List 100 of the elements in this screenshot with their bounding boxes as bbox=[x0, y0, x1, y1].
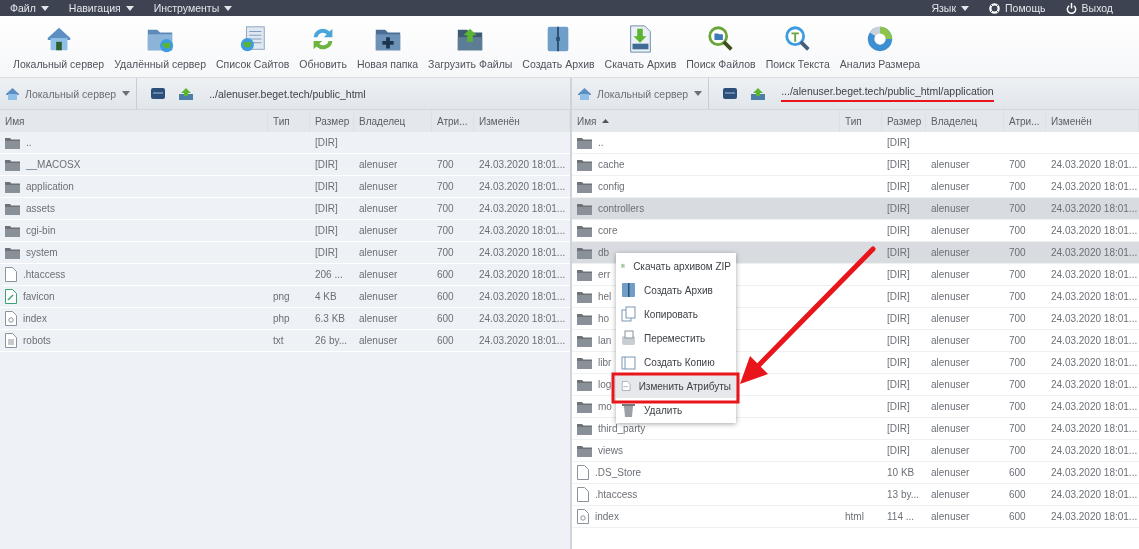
toolbar-button[interactable]: Загрузить Файлы bbox=[423, 24, 518, 70]
menu-item[interactable]: Изменить Атрибуты bbox=[616, 374, 736, 398]
folder-icon bbox=[5, 246, 20, 259]
column-header[interactable]: Изменён bbox=[1046, 110, 1139, 132]
menu-item[interactable]: Копировать bbox=[616, 302, 736, 326]
upload-button[interactable] bbox=[751, 87, 766, 100]
toolbar-button[interactable]: Локальный сервер bbox=[8, 24, 110, 70]
toolbar-button[interactable]: Поиск Текста bbox=[760, 24, 835, 70]
server-dropdown[interactable]: Локальный сервер bbox=[0, 78, 138, 109]
folder-icon bbox=[577, 378, 592, 391]
table-cell: 600 bbox=[1004, 484, 1046, 506]
table-cell: alenuser bbox=[354, 242, 432, 264]
file-row[interactable]: system bbox=[0, 242, 268, 264]
file-row[interactable]: index bbox=[0, 308, 268, 330]
file-row[interactable]: .DS_Store bbox=[572, 462, 840, 484]
file-row[interactable]: cache bbox=[572, 154, 840, 176]
table-cell: 4 KB bbox=[310, 286, 354, 308]
menu-item[interactable]: Выход bbox=[1063, 2, 1115, 14]
folder-icon bbox=[5, 224, 20, 237]
column-header[interactable]: Владелец bbox=[926, 110, 1004, 132]
table-cell: 6.3 KB bbox=[310, 308, 354, 330]
drive-icon bbox=[723, 88, 738, 99]
upload-button[interactable] bbox=[179, 87, 194, 100]
table-cell: 24.03.2020 18:01... bbox=[1046, 264, 1139, 286]
table-cell: 600 bbox=[1004, 462, 1046, 484]
drive-button[interactable] bbox=[151, 88, 166, 99]
column-header[interactable]: Имя bbox=[0, 110, 268, 132]
menu-item[interactable]: Скачать архивом ZIP bbox=[616, 254, 736, 278]
column-header[interactable]: Имя bbox=[572, 110, 840, 132]
toolbar-button[interactable]: Список Сайтов bbox=[211, 24, 295, 70]
menu-item[interactable]: Переместить bbox=[616, 326, 736, 350]
table-cell: 24.03.2020 18:01... bbox=[1046, 242, 1139, 264]
code-file-icon bbox=[577, 509, 589, 524]
file-icon bbox=[577, 487, 589, 502]
column-header[interactable]: Размер bbox=[310, 110, 354, 132]
file-row[interactable]: assets bbox=[0, 198, 268, 220]
column-header[interactable]: Атри... bbox=[1004, 110, 1046, 132]
toolbar-button[interactable]: Анализ Размера bbox=[834, 24, 926, 70]
folder-icon bbox=[577, 422, 592, 435]
column-header[interactable]: Тип bbox=[840, 110, 882, 132]
menu-item[interactable]: Навигация bbox=[66, 2, 136, 14]
table-cell: 24.03.2020 18:01... bbox=[1046, 286, 1139, 308]
server-dropdown[interactable]: Локальный сервер bbox=[572, 78, 710, 109]
caret-icon bbox=[694, 91, 703, 96]
file-row[interactable]: favicon bbox=[0, 286, 268, 308]
menu-item[interactable]: Язык bbox=[929, 2, 971, 14]
toolbar-button[interactable]: Новая папка bbox=[351, 24, 424, 70]
table-cell: 24.03.2020 18:01... bbox=[474, 176, 570, 198]
table-cell: alenuser bbox=[354, 308, 432, 330]
table-cell: 24.03.2020 18:01... bbox=[474, 286, 570, 308]
table-cell: [DIR] bbox=[882, 132, 926, 154]
column-header[interactable]: Тип bbox=[268, 110, 310, 132]
file-row[interactable]: views bbox=[572, 440, 840, 462]
file-icon bbox=[577, 465, 589, 480]
menu-item[interactable]: Удалить bbox=[616, 398, 736, 422]
toolbar-button[interactable]: Создать Архив bbox=[517, 24, 600, 70]
column-header[interactable]: Изменён bbox=[474, 110, 570, 132]
table-cell: alenuser bbox=[926, 462, 1004, 484]
copy-icon bbox=[621, 306, 636, 322]
caret-icon bbox=[961, 5, 969, 11]
table-cell: 700 bbox=[432, 220, 474, 242]
file-row[interactable]: cgi-bin bbox=[0, 220, 268, 242]
caret-icon bbox=[122, 91, 131, 96]
table-cell: 24.03.2020 18:01... bbox=[1046, 396, 1139, 418]
file-row[interactable]: .htaccess bbox=[0, 264, 268, 286]
file-row[interactable]: index bbox=[572, 506, 840, 528]
file-row[interactable]: .. bbox=[0, 132, 268, 154]
toolbar-button[interactable]: Обновить bbox=[294, 24, 352, 70]
table-cell: [DIR] bbox=[882, 396, 926, 418]
toolbar-button[interactable]: Поиск Файлов bbox=[681, 24, 761, 70]
duplicate-icon bbox=[621, 354, 636, 370]
column-header[interactable]: Атри... bbox=[432, 110, 474, 132]
file-row[interactable]: robots bbox=[0, 330, 268, 352]
table-cell: [DIR] bbox=[882, 330, 926, 352]
drive-button[interactable] bbox=[723, 88, 738, 99]
toolbar-button[interactable]: Удалённый сервер bbox=[109, 24, 211, 70]
menu-item[interactable]: Создать Копию bbox=[616, 350, 736, 374]
table-cell: 24.03.2020 18:01... bbox=[1046, 484, 1139, 506]
table-cell: 10 KB bbox=[882, 462, 926, 484]
menu-item[interactable]: Помощь bbox=[987, 2, 1048, 14]
table-cell: 24.03.2020 18:01... bbox=[474, 330, 570, 352]
file-row[interactable]: controllers bbox=[572, 198, 840, 220]
menu-item[interactable]: Файл bbox=[8, 2, 51, 14]
column-header[interactable]: Владелец bbox=[354, 110, 432, 132]
menu-item[interactable]: Создать Архив bbox=[616, 278, 736, 302]
code-file-icon bbox=[5, 311, 17, 326]
table-cell: 700 bbox=[1004, 198, 1046, 220]
file-row[interactable]: .htaccess bbox=[572, 484, 840, 506]
table-cell: 600 bbox=[432, 264, 474, 286]
column-header[interactable]: Размер bbox=[882, 110, 926, 132]
file-row[interactable]: .. bbox=[572, 132, 840, 154]
menu-item[interactable]: Инструменты bbox=[151, 2, 235, 14]
file-icon bbox=[5, 267, 17, 282]
house-icon bbox=[6, 87, 19, 100]
table-cell: png bbox=[268, 286, 310, 308]
file-row[interactable]: __MACOSX bbox=[0, 154, 268, 176]
file-row[interactable]: application bbox=[0, 176, 268, 198]
table-cell: 24.03.2020 18:01... bbox=[474, 264, 570, 286]
toolbar-button[interactable]: Скачать Архив bbox=[599, 24, 682, 70]
table-cell: [DIR] bbox=[882, 286, 926, 308]
